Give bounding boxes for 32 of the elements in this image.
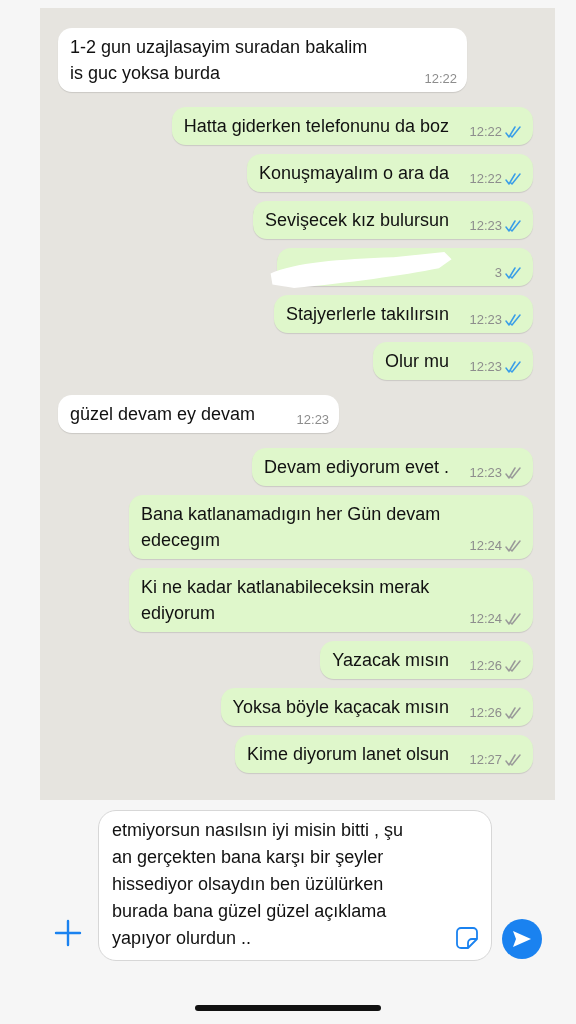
send-icon: [511, 928, 533, 950]
message-text: güzel devam ey devam: [70, 403, 256, 426]
message-time: 12:27: [469, 752, 502, 768]
sticker-icon[interactable]: [455, 926, 479, 950]
message-time: 3: [494, 265, 502, 281]
message-text: Yoksa böyle kaçacak mısın: [232, 696, 449, 719]
message-time: 12:24: [469, 611, 502, 627]
message-text: Ki ne kadar katlanabileceksin merak ediyorum: [141, 576, 431, 625]
message-time: 12:23: [469, 465, 502, 481]
message-text: Yazacak mısın: [332, 649, 449, 672]
message-time: 12:24: [469, 538, 502, 554]
message-text: Hatta giderken telefonunu da boz: [183, 115, 449, 138]
message-time: 12:23: [296, 412, 330, 428]
plus-icon[interactable]: [54, 919, 82, 947]
message-text: Bana katlanamadıgın her Gün devam edecegım: [141, 503, 442, 552]
send-button[interactable]: [502, 919, 542, 959]
message-time: 12:22: [469, 124, 502, 140]
message-time: 12:23: [469, 218, 502, 234]
message-time: 12:23: [469, 312, 502, 328]
message-time: 12:26: [469, 705, 502, 721]
message-time: 12:22: [424, 71, 457, 87]
message-time: 12:26: [469, 658, 502, 674]
message-time: 12:22: [469, 171, 502, 187]
message-text: Sevişecek kız bulursun: [264, 209, 449, 232]
message-text: 1-2 gun uzajlasayim suradan bakalim is guc yoksa burda: [70, 36, 369, 85]
message-text: Devam ediyorum evet .: [263, 456, 449, 479]
message-text: Konuşmayalım o ara da: [258, 162, 449, 185]
message-text: Kime diyorum lanet olsun: [246, 743, 449, 766]
message-time: 12:23: [469, 359, 502, 375]
message-text: Olur mu: [385, 350, 449, 373]
message-field[interactable]: etmiyorsun nasılsın iyi misin bitti , şu an gerçekten bana karşı bir şeyler hissediyor olsaydın ben üzülürken burada bana güzel güzel açıklama yapıyor olurdun ..: [98, 810, 492, 961]
message-text: Stajyerlerle takılırsın: [285, 303, 449, 326]
